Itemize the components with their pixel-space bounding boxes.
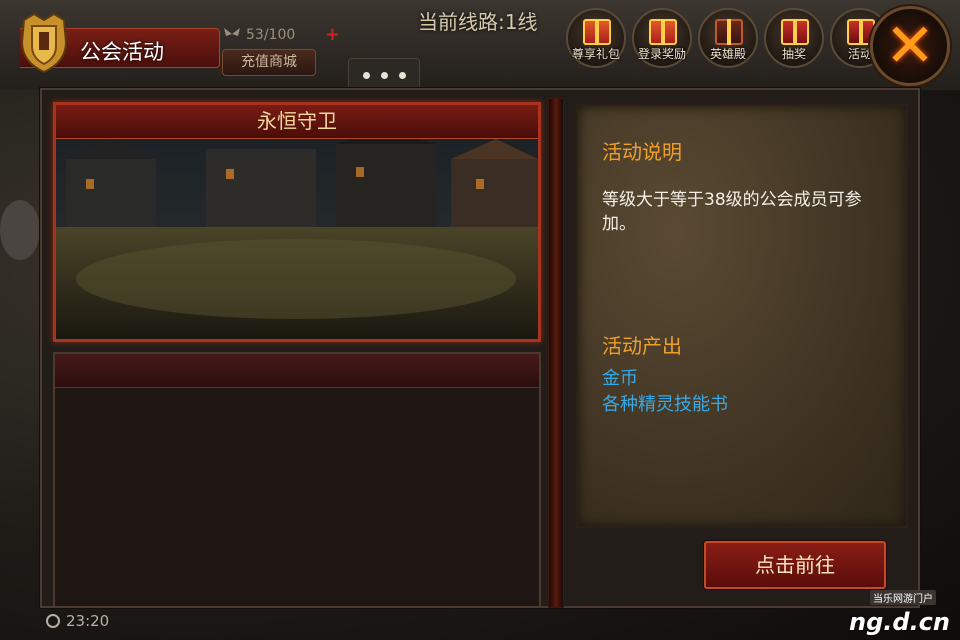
go-button[interactable]: 点击前往 [704,541,886,589]
output-title: 活动产出 [602,334,682,358]
activity-info-panel: 活动说明 等级大于等于38级的公会成员可参加。 活动产出 金币 各种精灵技能书 [576,104,908,528]
add-energy-icon[interactable]: + [325,24,340,45]
activity-slot-empty [53,352,541,608]
icon-label: 抽奖 [781,47,806,61]
icon-label: 登录奖励 [637,47,686,61]
watermark: 当乐网游门户 ng.d.cn [840,588,958,638]
activity-name: 永恒守卫 [56,105,538,139]
reward-item: 各种精灵技能书 [602,394,728,415]
close-icon: ✕ [884,11,936,81]
icon-label: 英雄殿 [709,47,746,61]
energy-display: 53/100 + [222,24,342,47]
login-reward-button[interactable]: 登录奖励 [632,8,692,68]
page-indicator [348,58,420,88]
guild-crest-icon [20,12,68,74]
hero-icon [715,19,743,45]
hero-hall-button[interactable]: 英雄殿 [698,8,758,68]
activity-slot-title [55,354,539,388]
reward-item: 金币 [602,368,638,389]
vip-gift-button[interactable]: 尊享礼包 [566,8,626,68]
watermark-small: 当乐网游门户 [870,590,936,605]
watermark-logo: ng.d.cn [849,608,950,636]
clock-display: 23:20 [46,612,109,630]
top-left-header: 公会活动 53/100 + 充值商城 [0,0,350,82]
page-title: 公会活动 [80,40,164,64]
activity-scene-image [56,139,538,339]
description-text: 等级大于等于38级的公会成员可参加。 [602,190,862,234]
recharge-shop-button[interactable]: 充值商城 [222,49,316,76]
gift-icon [649,19,677,45]
clock-time: 23:20 [66,612,110,630]
activity-card[interactable]: 永恒守卫 [53,102,541,342]
close-button[interactable]: ✕ [870,6,950,86]
chest-icon [781,19,809,45]
lottery-button[interactable]: 抽奖 [764,8,824,68]
description-title: 活动说明 [602,140,682,164]
wings-icon [224,28,240,36]
icon-label: 尊享礼包 [571,47,620,61]
gift-icon [583,19,611,45]
server-line-info: 当前线路:1线 [418,10,538,34]
clock-icon [46,614,60,628]
energy-value: 53/100 [246,27,296,43]
scroll-divider [548,98,564,608]
